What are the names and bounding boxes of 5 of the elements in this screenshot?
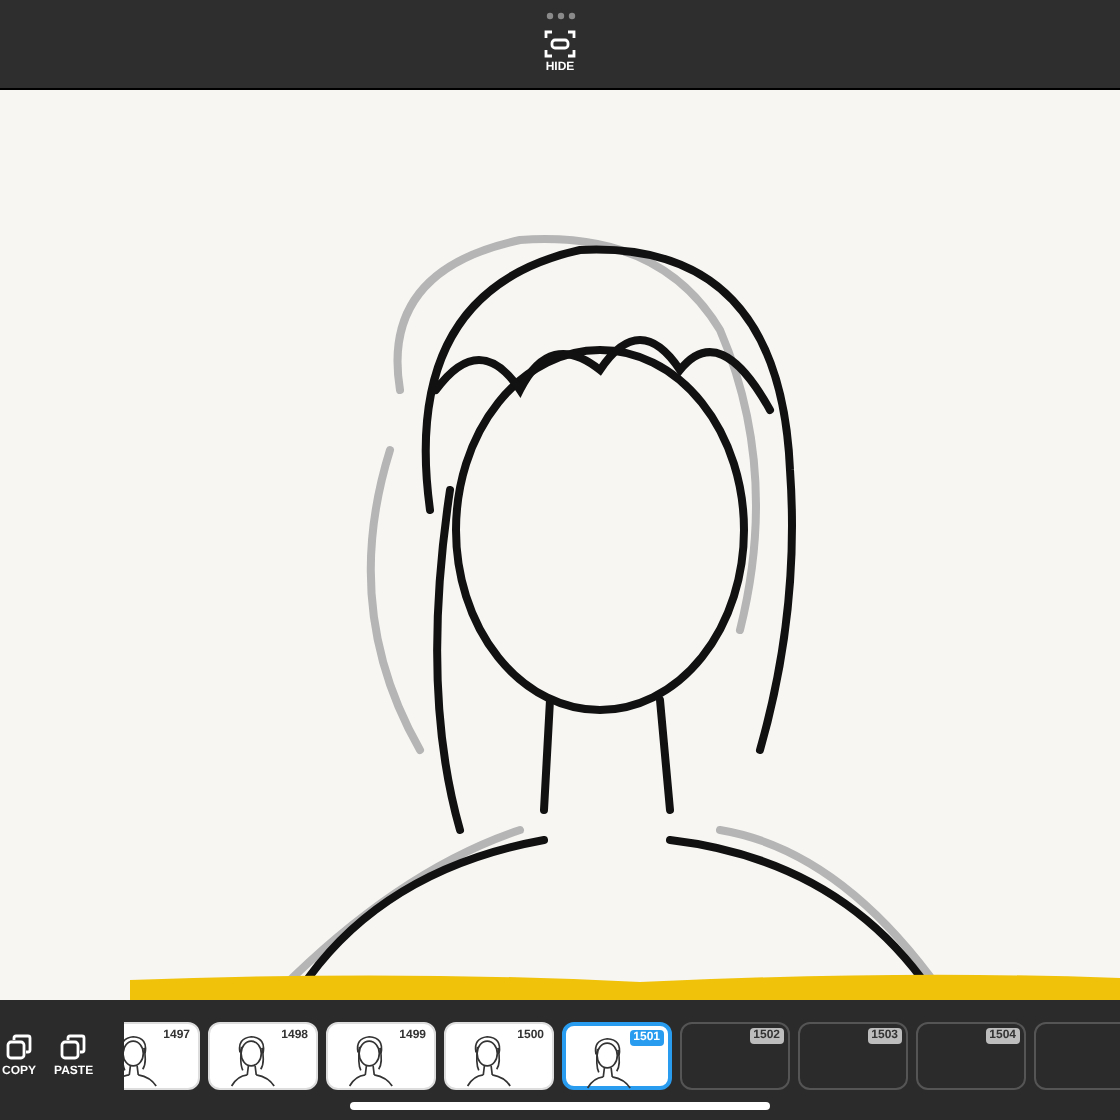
copy-icon bbox=[60, 1034, 87, 1060]
copy-icon bbox=[6, 1034, 32, 1060]
drag-handle-icon[interactable] bbox=[545, 12, 575, 20]
frame-thumbnail[interactable] bbox=[1034, 1022, 1120, 1090]
frame-icon bbox=[544, 30, 576, 58]
